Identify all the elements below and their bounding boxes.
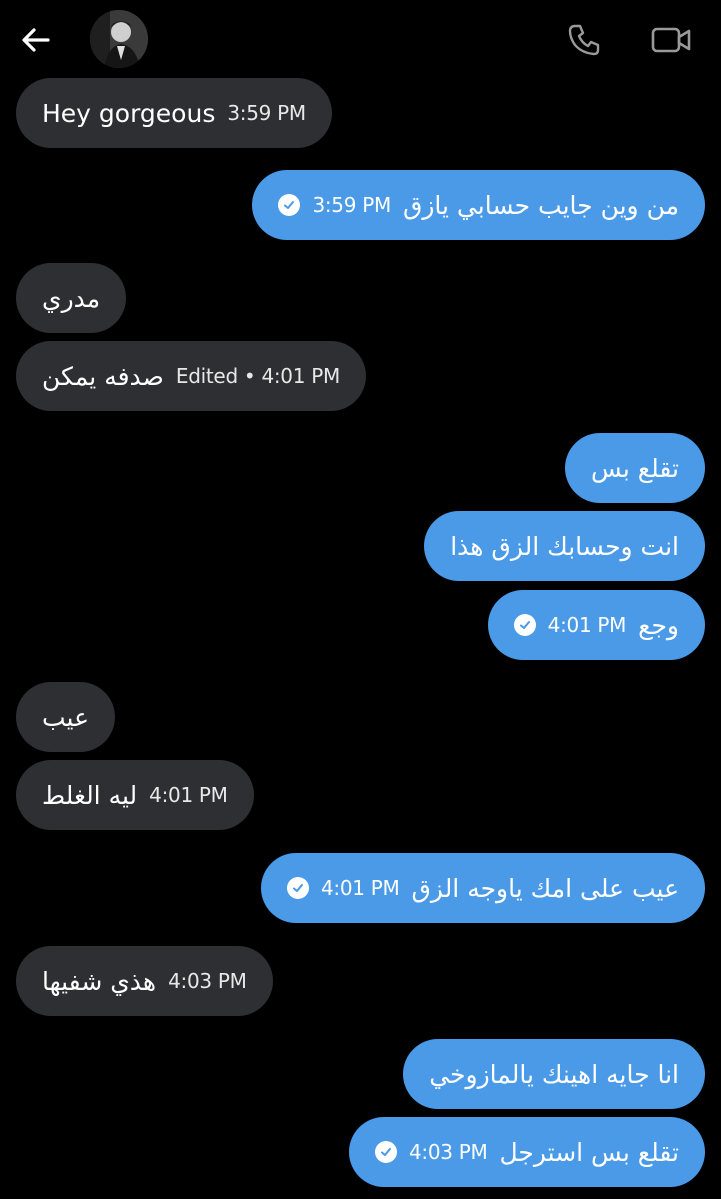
message-bubble-incoming[interactable]: Hey gorgeous 3:59 PM — [16, 78, 332, 148]
message-text: مدري — [42, 283, 101, 313]
message-text: عيب على امك ياوجه الزق — [411, 873, 680, 903]
message-time: Edited • 4:01 PM — [175, 364, 340, 388]
message-text: انا جايه اهينك يالمازوخي — [429, 1059, 679, 1089]
message-text: ليه الغلط — [42, 780, 138, 810]
message-text: تقلع بس استرجل — [499, 1137, 679, 1167]
read-check-icon — [374, 1141, 397, 1163]
message-time: 4:03 PM — [168, 969, 247, 993]
avatar[interactable] — [90, 10, 148, 68]
message-bubble-incoming[interactable]: صدفه يمكن Edited • 4:01 PM — [16, 341, 366, 411]
message-time: 4:01 PM — [547, 613, 627, 637]
message-bubble-outgoing[interactable]: تقلع بس — [565, 433, 705, 503]
message-time: 4:03 PM — [408, 1140, 488, 1164]
message-text: انت وحسابك الزق هذا — [450, 531, 679, 561]
message-bubble-incoming[interactable]: عيب — [16, 682, 116, 752]
read-check-icon — [513, 614, 536, 636]
message-bubble-incoming[interactable]: هذي شفيها 4:03 PM — [16, 946, 273, 1016]
message-bubble-outgoing[interactable]: 3:59 PM من وين جايب حسابي يازق — [252, 170, 705, 240]
phone-icon[interactable] — [566, 22, 602, 58]
message-time: 4:01 PM — [149, 783, 228, 807]
read-check-icon — [287, 877, 309, 899]
message-text: هذي شفيها — [42, 966, 157, 996]
message-bubble-outgoing[interactable]: انا جايه اهينك يالمازوخي — [403, 1039, 705, 1109]
message-bubble-outgoing[interactable]: 4:01 PM وجع — [487, 590, 705, 660]
message-text: من وين جايب حسابي يازق — [402, 190, 679, 220]
message-text: عيب — [42, 702, 90, 732]
message-text: صدفه يمكن — [42, 361, 164, 391]
message-time: 4:01 PM — [321, 876, 400, 900]
read-check-icon — [278, 194, 301, 216]
message-bubble-outgoing[interactable]: 4:01 PM عيب على امك ياوجه الزق — [261, 853, 705, 923]
message-text: وجع — [638, 610, 679, 640]
arrow-left-icon[interactable] — [18, 22, 54, 58]
message-bubble-outgoing[interactable]: 4:03 PM تقلع بس استرجل — [348, 1117, 705, 1187]
chat-header — [0, 0, 721, 80]
message-bubble-outgoing[interactable]: انت وحسابك الزق هذا — [424, 511, 705, 581]
message-bubble-incoming[interactable]: مدري — [16, 263, 127, 333]
message-bubble-incoming[interactable]: ليه الغلط 4:01 PM — [16, 760, 254, 830]
message-text: تقلع بس — [591, 453, 679, 483]
message-time: 3:59 PM — [312, 193, 391, 217]
message-text: Hey gorgeous — [42, 98, 216, 128]
message-time: 3:59 PM — [227, 101, 306, 125]
video-camera-icon[interactable] — [650, 22, 692, 58]
